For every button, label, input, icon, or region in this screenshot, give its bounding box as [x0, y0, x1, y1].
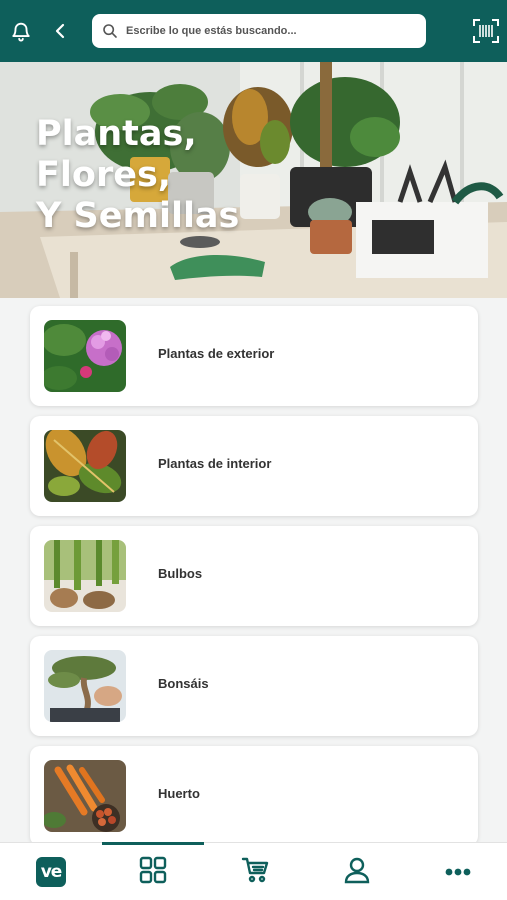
- category-card-bulbos[interactable]: Bulbos: [30, 526, 478, 626]
- category-thumbnail: [44, 650, 126, 722]
- back-chevron-icon[interactable]: [46, 0, 76, 62]
- hero-title: Plantas, Flores, Y Semillas: [36, 114, 296, 237]
- nav-categories[interactable]: [102, 843, 204, 900]
- search-bar[interactable]: [92, 14, 426, 48]
- category-card-huerto[interactable]: Huerto: [30, 746, 478, 846]
- hero-title-line: Flores,: [36, 155, 172, 195]
- category-card-plantas-de-exterior[interactable]: Plantas de exterior: [30, 306, 478, 406]
- category-card-plantas-de-interior[interactable]: Plantas de interior: [30, 416, 478, 516]
- ve-logo-icon: ve: [36, 857, 66, 887]
- nav-account[interactable]: [306, 843, 408, 900]
- category-thumbnail: [44, 430, 126, 502]
- category-label: Plantas de exterior: [158, 346, 275, 361]
- hero-title-line: Plantas,: [36, 114, 197, 154]
- category-card-bonsais[interactable]: Bonsáis: [30, 636, 478, 736]
- category-label: Plantas de interior: [158, 456, 272, 471]
- category-thumbnail: [44, 760, 126, 832]
- search-icon: [100, 21, 120, 41]
- barcode-scan-icon[interactable]: [466, 0, 506, 62]
- search-input[interactable]: [126, 25, 416, 37]
- nav-home[interactable]: ve: [0, 843, 102, 900]
- bottom-nav: ve: [0, 842, 507, 900]
- category-label: Bulbos: [158, 566, 203, 581]
- category-list: Plantas de exterior Plantas de interior: [30, 306, 478, 856]
- category-label: Bonsáis: [158, 676, 209, 691]
- category-thumbnail: [44, 540, 126, 612]
- nav-cart[interactable]: [204, 843, 306, 900]
- category-thumbnail: [44, 320, 126, 392]
- grid-icon: [139, 856, 167, 889]
- hero-title-line: Y Semillas: [36, 196, 240, 236]
- nav-more[interactable]: [408, 843, 507, 900]
- hero-banner: Plantas, Flores, Y Semillas: [0, 62, 507, 298]
- cart-icon: [241, 856, 269, 889]
- bell-icon[interactable]: [4, 0, 38, 62]
- category-label: Huerto: [158, 786, 200, 801]
- top-bar: [0, 0, 507, 62]
- user-icon: [343, 856, 371, 889]
- more-icon: [445, 863, 471, 881]
